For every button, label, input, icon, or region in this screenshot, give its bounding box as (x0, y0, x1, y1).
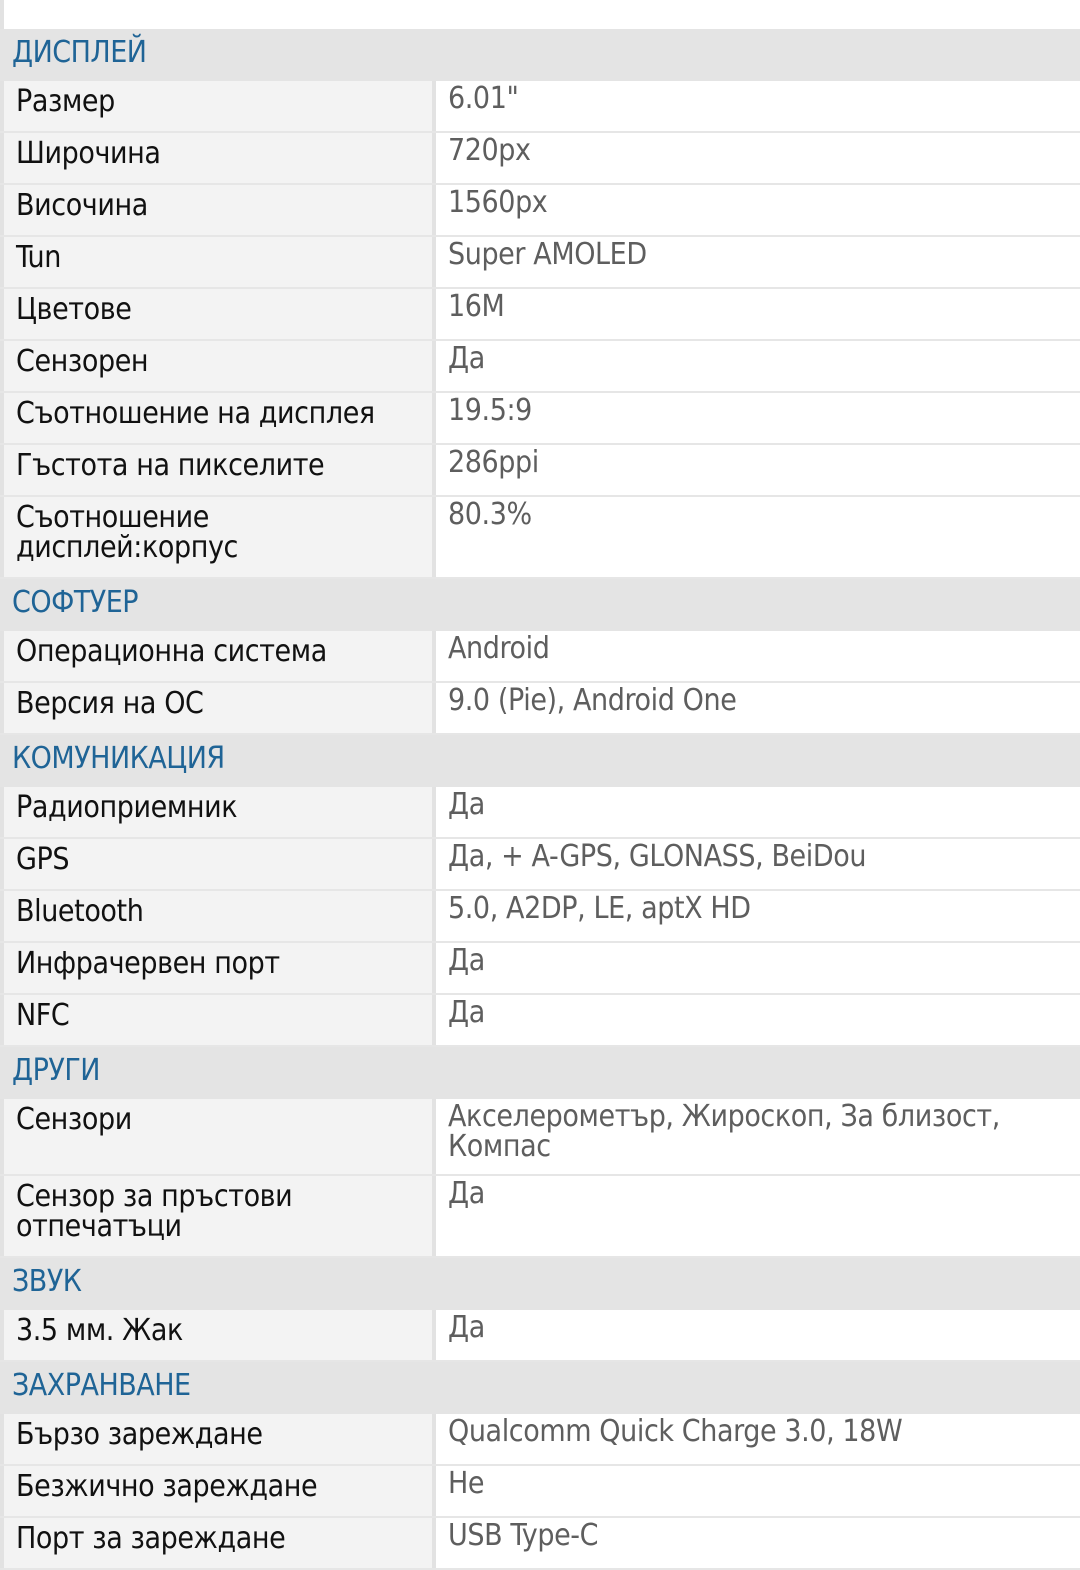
spec-label: Сензори (0, 1099, 436, 1174)
spec-table: ДИСПЛЕЙ Размер 6.01" Широчина 720px Висо… (0, 29, 1080, 1570)
spec-row: 3.5 мм. Жак Да (0, 1310, 1080, 1362)
spec-label: Гъстота на пикселите (0, 445, 436, 495)
spec-row: Сензори Акселерометър, Жироскоп, За близ… (0, 1099, 1080, 1176)
spec-page: ДИСПЛЕЙ Размер 6.01" Широчина 720px Висо… (0, 0, 1080, 1570)
spec-label: GPS (0, 839, 436, 889)
spec-value: Да (436, 1310, 1080, 1360)
spec-value: 16M (436, 289, 1080, 339)
spec-value: 80.3% (436, 497, 1080, 577)
spec-value: Да, + A-GPS, GLONASS, BeiDou (436, 839, 1080, 889)
spec-label: Съотношение дисплей:корпус (0, 497, 436, 577)
spec-label: Сензор за пръстови отпечатъци (0, 1176, 436, 1256)
spec-row: Цветове 16M (0, 289, 1080, 341)
spec-label: Bluetooth (0, 891, 436, 941)
spec-row: Сензорен Да (0, 341, 1080, 393)
spec-row: Височина 1560px (0, 185, 1080, 237)
section-header-display: ДИСПЛЕЙ (0, 29, 1080, 81)
spec-value: 19.5:9 (436, 393, 1080, 443)
spec-value: Да (436, 1176, 1080, 1256)
spec-row: GPS Да, + A-GPS, GLONASS, BeiDou (0, 839, 1080, 891)
spec-label: Размер (0, 81, 436, 131)
spec-label: Безжично зареждане (0, 1466, 436, 1516)
spec-row: Радиоприемник Да (0, 787, 1080, 839)
spec-label: Широчина (0, 133, 436, 183)
spec-value: Да (436, 787, 1080, 837)
spec-value: 1560px (436, 185, 1080, 235)
spec-value: 9.0 (Pie), Android One (436, 683, 1080, 733)
spec-row: Размер 6.01" (0, 81, 1080, 133)
spec-label: Инфрачервен порт (0, 943, 436, 993)
spec-value: 5.0, A2DP, LE, aptX HD (436, 891, 1080, 941)
spec-row: Широчина 720px (0, 133, 1080, 185)
spec-value: 720px (436, 133, 1080, 183)
spec-label: Версия на ОС (0, 683, 436, 733)
spec-value: 286ppi (436, 445, 1080, 495)
spec-value: Акселерометър, Жироскоп, За близост, Ком… (436, 1099, 1080, 1174)
spec-row: Инфрачервен порт Да (0, 943, 1080, 995)
spec-value: Да (436, 995, 1080, 1045)
spec-value: 6.01" (436, 81, 1080, 131)
section-header-power: ЗАХРАНВАНЕ (0, 1362, 1080, 1414)
spec-row: Бързо зареждане Qualcomm Quick Charge 3.… (0, 1414, 1080, 1466)
section-header-sound: ЗВУК (0, 1258, 1080, 1310)
section-header-communication: КОМУНИКАЦИЯ (0, 735, 1080, 787)
spec-label: Височина (0, 185, 436, 235)
spec-row: Сензор за пръстови отпечатъци Да (0, 1176, 1080, 1258)
section-header-software: СОФТУЕР (0, 579, 1080, 631)
spec-label: NFC (0, 995, 436, 1045)
spec-row: Порт за зареждане USB Type-C (0, 1518, 1080, 1570)
spec-value: Android (436, 631, 1080, 681)
spec-label: Порт за зареждане (0, 1518, 436, 1568)
spec-row: Съотношение дисплей:корпус 80.3% (0, 497, 1080, 579)
spec-label: Сензорен (0, 341, 436, 391)
section-header-other: ДРУГИ (0, 1047, 1080, 1099)
spec-label: Радиоприемник (0, 787, 436, 837)
spec-value: Да (436, 341, 1080, 391)
spec-row: Tun Super AMOLED (0, 237, 1080, 289)
spec-label: Съотношение на дисплея (0, 393, 436, 443)
top-strip (0, 0, 1080, 29)
spec-value: Qualcomm Quick Charge 3.0, 18W (436, 1414, 1080, 1464)
spec-row: NFC Да (0, 995, 1080, 1047)
spec-value: Не (436, 1466, 1080, 1516)
spec-label: Цветове (0, 289, 436, 339)
spec-row: Операционна система Android (0, 631, 1080, 683)
spec-row: Безжично зареждане Не (0, 1466, 1080, 1518)
spec-row: Съотношение на дисплея 19.5:9 (0, 393, 1080, 445)
spec-row: Версия на ОС 9.0 (Pie), Android One (0, 683, 1080, 735)
spec-value: USB Type-C (436, 1518, 1080, 1568)
spec-label: 3.5 мм. Жак (0, 1310, 436, 1360)
spec-row: Гъстота на пикселите 286ppi (0, 445, 1080, 497)
spec-value: Да (436, 943, 1080, 993)
spec-label: Бързо зареждане (0, 1414, 436, 1464)
spec-row: Bluetooth 5.0, A2DP, LE, aptX HD (0, 891, 1080, 943)
spec-label: Tun (0, 237, 436, 287)
spec-label: Операционна система (0, 631, 436, 681)
spec-value: Super AMOLED (436, 237, 1080, 287)
